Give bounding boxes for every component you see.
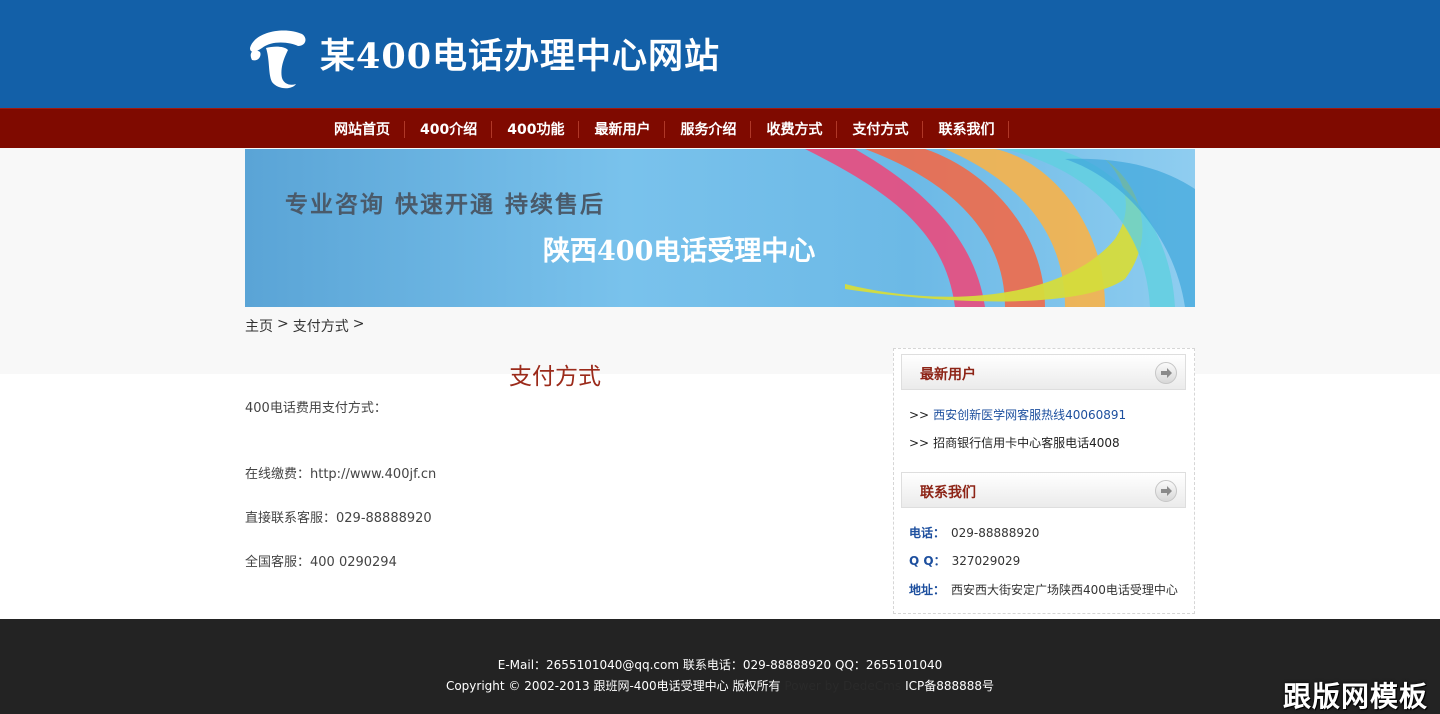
breadcrumb-separator: > xyxy=(277,316,289,332)
latest-user-link[interactable]: 西安创新医学网客服热线40060891 xyxy=(933,408,1126,422)
list-item[interactable]: >> 招商银行信用卡中心客服电话4008 xyxy=(909,434,1120,451)
footer-copyright-line: Copyright © 2002-2013 跟班网-400电话受理中心 版权所有… xyxy=(0,677,1440,694)
site-header: 某400电话办理中心网站 xyxy=(0,0,1440,108)
watermark: 跟版网模板 xyxy=(1282,680,1428,713)
more-arrow-icon[interactable] xyxy=(1155,480,1177,502)
content-service-phone: 直接联系客服：029-88888920 xyxy=(245,511,432,526)
footer-contact: E-Mail：2655101040@qq.com 联系电话：029-888889… xyxy=(497,658,943,672)
main-nav: 网站首页 400介绍 400功能 最新用户 服务介绍 收费方式 支付方式 联系我… xyxy=(0,108,1440,148)
breadcrumb-separator: > xyxy=(352,316,365,332)
latest-users-header[interactable]: 最新用户 xyxy=(901,354,1186,390)
content-intro: 400电话费用支付方式： xyxy=(245,401,387,416)
nav-item-payment[interactable]: 支付方式 xyxy=(837,109,924,149)
breadcrumb: 主页 > 支付方式 > xyxy=(245,316,364,336)
content-national-service: 全国客服：400 0290294 xyxy=(245,555,397,570)
site-footer: E-Mail：2655101040@qq.com 联系电话：029-888889… xyxy=(0,619,1440,714)
sidebar: 最新用户 >> 西安创新医学网客服热线40060891 >> 招商银行信用卡中心客服… xyxy=(893,348,1195,614)
more-arrow-icon[interactable] xyxy=(1155,362,1177,384)
banner-slogan: 专业咨询 快速开通 持续售后 xyxy=(285,191,606,218)
breadcrumb-home-link[interactable]: 主页 xyxy=(245,316,273,336)
site-title: 某400电话办理中心网站 xyxy=(320,36,721,77)
china-telecom-logo-icon[interactable] xyxy=(244,24,310,90)
nav-item-home[interactable]: 网站首页 xyxy=(319,109,405,149)
footer-copyright: Copyright © 2002-2013 跟班网-400电话受理中心 版权所有 xyxy=(445,679,781,693)
latest-user-link[interactable]: 招商银行信用卡中心客服电话4008 xyxy=(933,436,1120,450)
nav-item-400-intro[interactable]: 400介绍 xyxy=(405,109,493,149)
nav-item-services[interactable]: 服务介绍 xyxy=(665,109,752,149)
contact-qq: Q Q： 327029029 xyxy=(909,554,1021,568)
page-title: 支付方式 xyxy=(509,364,601,390)
breadcrumb-current-link[interactable]: 支付方式 xyxy=(293,316,349,336)
footer-icp[interactable]: ICP备888888号 xyxy=(905,679,994,693)
nav-item-400-features[interactable]: 400功能 xyxy=(492,109,580,149)
content-online-payment: 在线缴费：http://www.400jf.cn xyxy=(245,467,437,482)
banner-swirl-graphic xyxy=(805,149,1195,307)
nav-item-fees[interactable]: 收费方式 xyxy=(751,109,838,149)
list-item[interactable]: >> 西安创新医学网客服热线40060891 xyxy=(909,406,1126,423)
nav-item-contact[interactable]: 联系我们 xyxy=(923,109,1010,149)
banner-title: 陕西400电话受理中心 xyxy=(543,236,816,267)
banner: 专业咨询 快速开通 持续售后 陕西400电话受理中心 xyxy=(245,149,1195,307)
contact-address: 地址： 西安西大街安定广场陕西400电话受理中心 xyxy=(909,583,1178,597)
contact-header[interactable]: 联系我们 xyxy=(901,472,1186,508)
contact-title: 联系我们 xyxy=(920,485,976,501)
contact-phone: 电话： 029-88888920 xyxy=(909,526,1040,540)
nav-item-latest-users[interactable]: 最新用户 xyxy=(579,109,666,149)
latest-users-title: 最新用户 xyxy=(920,367,976,383)
footer-power-link[interactable]: Power by DedeCms xyxy=(785,679,902,693)
